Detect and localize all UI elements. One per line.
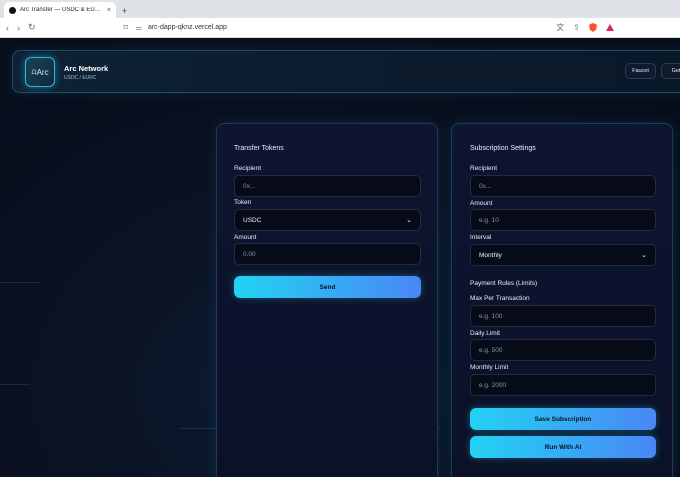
payment-rules-title: Payment Rules (Limits) [470,280,538,287]
sub-recipient-label: Recipient [470,165,498,172]
token-select[interactable]: USDC ⌄ [234,209,421,231]
browser-tab-bar: Arc Transfer — USDC & EURC o × + [0,0,680,18]
share-icon[interactable]: ⇪ [573,23,580,32]
subscription-card: Subscription Settings Recipient 0x... Am… [451,123,673,477]
tab-title: Arc Transfer — USDC & EURC o [20,7,103,13]
logo: ⩍ Arc [25,57,55,87]
sub-amount-input[interactable]: e.g. 10 [470,209,656,231]
max-per-tx-input[interactable]: e.g. 100 [470,305,656,327]
save-subscription-button[interactable]: Save Subscription [470,408,656,430]
transfer-title: Transfer Tokens [234,145,284,152]
tab-favicon-icon [9,6,16,14]
run-with-ai-button[interactable]: Run With AI [470,436,656,458]
faucet-button[interactable]: Faucet [625,63,656,79]
monthly-limit-label: Monthly Limit [470,364,509,371]
app-header: ⩍ Arc Arc Network USDC / EURC Faucet Get [12,50,680,93]
browser-tab[interactable]: Arc Transfer — USDC & EURC o × [4,2,116,18]
interval-label: Interval [470,234,492,241]
decor-line [0,282,40,283]
transfer-amount-label: Amount [234,234,257,241]
daily-limit-label: Daily Limit [470,330,500,337]
forward-icon[interactable]: › [17,23,20,33]
browser-toolbar: ‹ › ↻ ⌑ ⚌ arc-dapp-qknz.vercel.app 文 ⇪ [0,18,680,38]
max-per-tx-label: Max Per Transaction [470,295,530,302]
back-icon[interactable]: ‹ [6,23,9,33]
decor-line [0,384,30,385]
transfer-card: Transfer Tokens Recipient 0x... Token US… [216,123,438,477]
interval-select[interactable]: Monthly ⌄ [470,244,656,266]
transfer-amount-input[interactable]: 0.00 [234,243,421,265]
toolbar-actions: 文 ⇪ [556,22,614,33]
translate-icon[interactable]: 文 [556,22,564,33]
site-settings-icon[interactable]: ⚌ [136,24,142,32]
send-button[interactable]: Send [234,276,421,298]
new-tab-button[interactable]: + [122,6,127,16]
monthly-limit-input[interactable]: e.g. 2000 [470,374,656,396]
get-button[interactable]: Get [661,63,680,79]
token-label: Token [234,199,252,206]
transfer-recipient-input[interactable]: 0x... [234,175,421,197]
brand-subtitle: USDC / EURC [64,75,97,81]
url-text: arc-dapp-qknz.vercel.app [147,24,227,31]
app-page: ⩍ Arc Arc Network USDC / EURC Faucet Get … [0,39,680,477]
subscription-title: Subscription Settings [470,145,536,152]
tab-close-icon[interactable]: × [107,7,111,14]
brand-name: Arc Network [64,64,109,73]
chevron-down-icon: ⌄ [406,217,412,224]
transfer-recipient-label: Recipient [234,165,262,172]
sub-recipient-input[interactable]: 0x... [470,175,656,197]
interval-selected-value: Monthly [479,251,502,259]
chevron-down-icon: ⌄ [641,252,647,259]
daily-limit-input[interactable]: e.g. 500 [470,339,656,361]
brave-shield-icon[interactable] [589,23,597,32]
sub-amount-label: Amount [470,200,493,207]
brave-rewards-icon[interactable] [606,24,614,31]
address-bar[interactable]: ⚌ arc-dapp-qknz.vercel.app [136,21,549,35]
token-selected-value: USDC [243,216,262,224]
reload-icon[interactable]: ↻ [28,22,36,33]
bookmark-icon[interactable]: ⌑ [124,23,128,32]
